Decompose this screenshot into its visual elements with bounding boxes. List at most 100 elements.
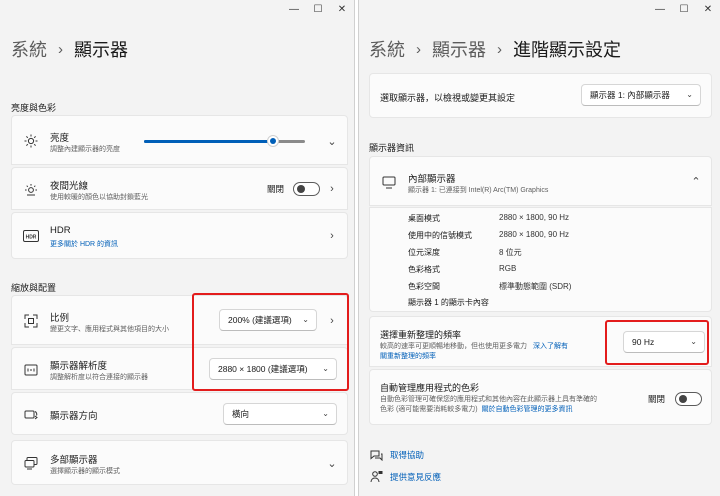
night-light-card[interactable]: 夜間光線 使用較暖的顏色以協助封鎖藍光 關閉 › bbox=[11, 167, 348, 210]
toggle-knob bbox=[297, 185, 305, 193]
select-display-value: 顯示器 1: 內部顯示器 bbox=[590, 90, 670, 100]
orientation-card[interactable]: 顯示器方向 橫向 ⌄ bbox=[11, 392, 348, 435]
chevron-right-icon: › bbox=[58, 40, 63, 58]
svg-text:HDR: HDR bbox=[26, 234, 37, 240]
auto-color-info-link[interactable]: 關於自動色彩管理的更多資訊 bbox=[482, 406, 573, 413]
settings-window-display: — ☐ ✕ 系統 › 顯示器 亮度與色彩 亮度 調整內建顯示器的亮度 ⌄ 夜間光… bbox=[0, 0, 355, 496]
info-value: 標準動態範圍 (SDR) bbox=[499, 282, 572, 291]
auto-color-description-1: 自動色彩管理可確保您的應用程式和其他內容在此顯示器上具有準確的 bbox=[380, 396, 597, 403]
display-info-table: 桌面模式 2880 × 1800, 90 Hz 使用中的信號模式 2880 × … bbox=[369, 207, 712, 312]
night-light-toggle-label: 關閉 bbox=[267, 184, 285, 194]
chevron-right-icon[interactable]: › bbox=[325, 229, 339, 243]
monitor-icon bbox=[381, 174, 397, 190]
sun-icon bbox=[23, 133, 39, 149]
internal-display-subtitle: 顯示器 1: 已連接到 Intel(R) Arc(TM) Graphics bbox=[408, 187, 549, 194]
chevron-up-icon[interactable]: ⌃ bbox=[689, 174, 703, 188]
chevron-down-icon[interactable]: ⌄ bbox=[325, 456, 339, 470]
section-display-info: 顯示器資訊 bbox=[369, 143, 415, 153]
breadcrumb: 系統 › 顯示器 bbox=[11, 36, 128, 62]
orientation-icon bbox=[23, 407, 39, 423]
info-value: 8 位元 bbox=[499, 248, 522, 257]
night-light-title: 夜間光線 bbox=[50, 181, 89, 192]
info-label: 色彩格式 bbox=[408, 265, 440, 274]
settings-window-advanced-display: — ☐ ✕ 系統 › 顯示器 › 進階顯示設定 選取顯示器，以檢視或變更其設定 … bbox=[358, 0, 720, 496]
resolution-subtitle: 調整解析度以符合連接的顯示器 bbox=[50, 374, 148, 381]
refresh-rate-description: 較高的速率可更順暢地移動，但也使用更多電力 bbox=[380, 343, 527, 350]
minimize-button[interactable]: — bbox=[648, 0, 672, 18]
highlight-box-refresh-rate bbox=[605, 320, 709, 365]
select-display-dropdown[interactable]: 顯示器 1: 內部顯示器 ⌄ bbox=[581, 84, 701, 106]
chevron-right-icon: › bbox=[416, 40, 421, 58]
hdr-card[interactable]: HDR HDR 更多關於 HDR 的資訊 › bbox=[11, 212, 348, 259]
section-scale-layout: 縮放與配置 bbox=[11, 283, 57, 293]
chevron-down-icon: ⌄ bbox=[322, 409, 329, 418]
multiple-displays-icon bbox=[23, 455, 39, 471]
get-help-link[interactable]: 取得協助 bbox=[390, 449, 424, 461]
auto-color-description-2-text: 色彩 (適可能需要消耗較多電力) bbox=[380, 406, 478, 413]
breadcrumb: 系統 › 顯示器 › 進階顯示設定 bbox=[369, 36, 621, 62]
brightness-subtitle: 調整內建顯示器的亮度 bbox=[50, 146, 120, 153]
auto-color-toggle[interactable] bbox=[675, 392, 702, 406]
select-display-label: 選取顯示器，以檢視或變更其設定 bbox=[380, 93, 516, 103]
orientation-dropdown[interactable]: 橫向 ⌄ bbox=[223, 403, 337, 425]
minimize-button[interactable]: — bbox=[282, 0, 306, 18]
brightness-card[interactable]: 亮度 調整內建顯示器的亮度 ⌄ bbox=[11, 115, 348, 165]
breadcrumb-system[interactable]: 系統 bbox=[11, 36, 47, 62]
orientation-title: 顯示器方向 bbox=[50, 411, 98, 422]
chevron-down-icon[interactable]: ⌄ bbox=[325, 134, 339, 148]
brightness-title: 亮度 bbox=[50, 133, 70, 144]
resolution-icon bbox=[23, 362, 39, 378]
multiple-displays-subtitle: 選擇顯示器的顯示模式 bbox=[50, 468, 120, 475]
chevron-right-icon: › bbox=[497, 40, 502, 58]
info-value: 2880 × 1800, 90 Hz bbox=[499, 230, 570, 239]
help-icon bbox=[369, 447, 383, 461]
adapter-properties-link[interactable]: 顯示器 1 的顯示卡內容 bbox=[408, 297, 489, 308]
auto-color-toggle-label: 關閉 bbox=[648, 394, 666, 404]
internal-display-card[interactable]: 內部顯示器 顯示器 1: 已連接到 Intel(R) Arc(TM) Graph… bbox=[369, 156, 712, 206]
maximize-button[interactable]: ☐ bbox=[306, 0, 330, 18]
window-caption-buttons: — ☐ ✕ bbox=[282, 0, 354, 18]
info-label: 位元深度 bbox=[408, 248, 440, 257]
section-brightness-color: 亮度與色彩 bbox=[11, 103, 57, 113]
night-light-icon bbox=[23, 182, 39, 198]
scale-title: 比例 bbox=[50, 313, 70, 324]
info-label: 色彩空間 bbox=[408, 282, 440, 291]
scale-subtitle: 變更文字、應用程式與其他項目的大小 bbox=[50, 326, 169, 333]
refresh-rate-learn-more-link-2[interactable]: 關重新整理的頻率 bbox=[380, 351, 436, 361]
page-title: 進階顯示設定 bbox=[513, 40, 621, 60]
hdr-info-link[interactable]: 更多關於 HDR 的資訊 bbox=[50, 239, 118, 249]
chevron-right-icon[interactable]: › bbox=[325, 182, 339, 196]
orientation-dropdown-value: 橫向 bbox=[232, 409, 250, 419]
window-caption-buttons: — ☐ ✕ bbox=[648, 0, 720, 18]
info-label: 桌面模式 bbox=[408, 214, 440, 223]
highlight-box-scale-resolution bbox=[192, 293, 349, 391]
hdr-title: HDR bbox=[50, 225, 71, 236]
page-title: 顯示器 bbox=[74, 40, 128, 60]
auto-color-description-2: 色彩 (適可能需要消耗較多電力) 關於自動色彩管理的更多資訊 bbox=[380, 404, 573, 414]
maximize-button[interactable]: ☐ bbox=[672, 0, 696, 18]
breadcrumb-display[interactable]: 顯示器 bbox=[432, 36, 486, 62]
auto-color-card: 自動管理應用程式的色彩 自動色彩管理可確保您的應用程式和其他內容在此顯示器上具有… bbox=[369, 369, 712, 425]
refresh-rate-subtitle: 較高的速率可更順暢地移動，但也使用更多電力 深入了解有 bbox=[380, 341, 568, 351]
auto-color-title: 自動管理應用程式的色彩 bbox=[380, 383, 480, 393]
resolution-title: 顯示器解析度 bbox=[50, 361, 108, 372]
toggle-knob bbox=[679, 395, 687, 403]
night-light-toggle[interactable] bbox=[293, 182, 320, 196]
internal-display-title: 內部顯示器 bbox=[408, 174, 456, 185]
multiple-displays-title: 多部顯示器 bbox=[50, 455, 98, 466]
info-value: RGB bbox=[499, 264, 517, 273]
feedback-link[interactable]: 提供意見反應 bbox=[390, 471, 441, 483]
refresh-rate-title: 選擇重新整理的頻率 bbox=[380, 330, 462, 340]
close-button[interactable]: ✕ bbox=[330, 0, 354, 18]
info-label: 使用中的信號模式 bbox=[408, 231, 472, 240]
breadcrumb-system[interactable]: 系統 bbox=[369, 36, 405, 62]
brightness-slider-fill bbox=[144, 140, 273, 143]
close-button[interactable]: ✕ bbox=[696, 0, 720, 18]
brightness-slider-thumb[interactable] bbox=[266, 135, 279, 147]
multiple-displays-card[interactable]: 多部顯示器 選擇顯示器的顯示模式 ⌄ bbox=[11, 440, 348, 485]
info-value: 2880 × 1800, 90 Hz bbox=[499, 213, 570, 222]
night-light-subtitle: 使用較暖的顏色以協助封鎖藍光 bbox=[50, 194, 148, 201]
select-display-card: 選取顯示器，以檢視或變更其設定 顯示器 1: 內部顯示器 ⌄ bbox=[369, 73, 712, 118]
feedback-icon bbox=[369, 469, 383, 483]
refresh-rate-learn-more-link[interactable]: 深入了解有 bbox=[533, 343, 568, 350]
